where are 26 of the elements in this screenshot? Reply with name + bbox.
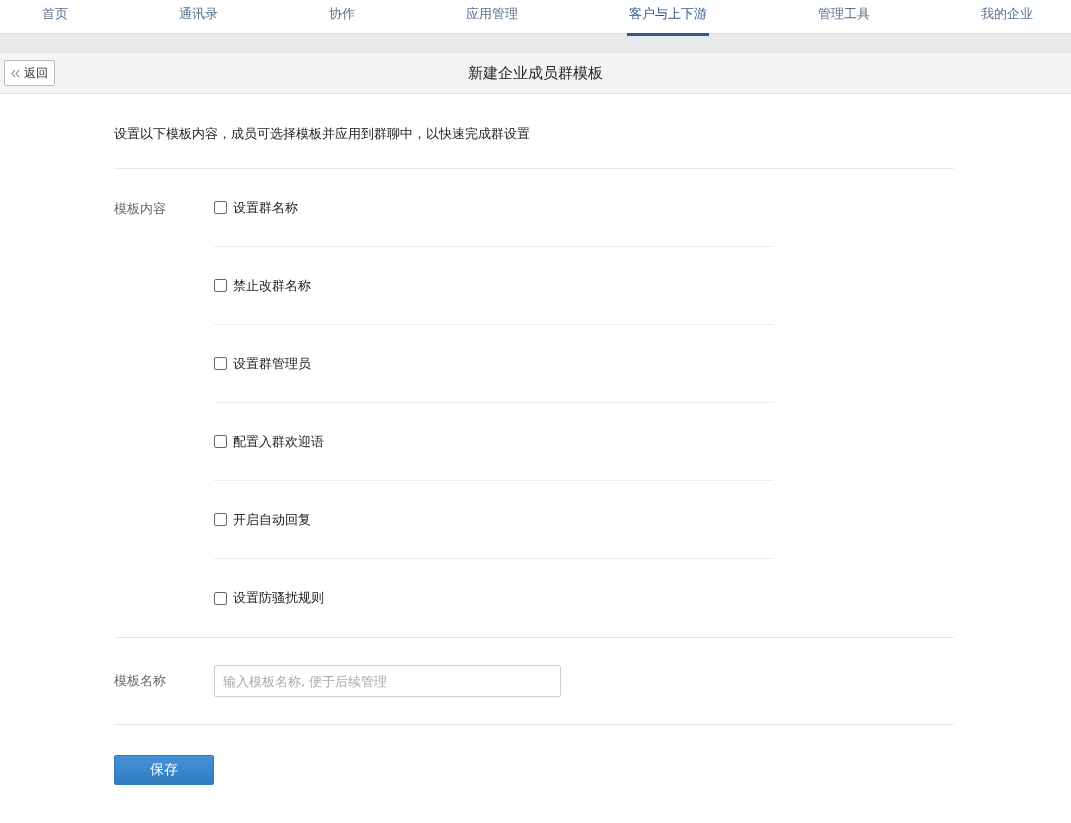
checkbox[interactable] xyxy=(214,435,227,448)
template-name-input[interactable]: 输入模板名称, 便于后续管理 xyxy=(214,665,561,697)
checkbox[interactable] xyxy=(214,201,227,214)
nav-tab[interactable]: 应用管理 xyxy=(464,0,520,36)
checkbox[interactable] xyxy=(214,357,227,370)
save-button[interactable]: 保存 xyxy=(114,755,214,785)
option-label: 设置群管理员 xyxy=(233,354,311,373)
nav-tab[interactable]: 通讯录 xyxy=(177,0,220,36)
option-label: 禁止改群名称 xyxy=(233,276,311,295)
page-title: 新建企业成员群模板 xyxy=(468,63,603,83)
nav-tab[interactable]: 管理工具 xyxy=(816,0,872,36)
checkbox[interactable] xyxy=(214,591,227,605)
intro-text: 设置以下模板内容，成员可选择模板并应用到群聊中，以快速完成群设置 xyxy=(114,94,954,169)
back-button[interactable]: 返回 xyxy=(4,60,55,86)
nav-tab[interactable]: 协作 xyxy=(327,0,357,36)
option-label: 开启自动回复 xyxy=(233,510,311,529)
nav-tab[interactable]: 我的企业 xyxy=(979,0,1035,36)
checkbox[interactable] xyxy=(214,513,227,526)
option-label: 配置入群欢迎语 xyxy=(233,432,324,451)
option-label: 设置防骚扰规则 xyxy=(233,589,324,607)
checkbox[interactable] xyxy=(214,279,227,292)
field-label: 模板内容 xyxy=(114,200,167,218)
field-label: 模板名称 xyxy=(114,672,167,690)
double-chevron-left-icon xyxy=(11,68,20,78)
option-label: 设置群名称 xyxy=(233,198,298,217)
nav-tab[interactable]: 首页 xyxy=(40,0,70,36)
